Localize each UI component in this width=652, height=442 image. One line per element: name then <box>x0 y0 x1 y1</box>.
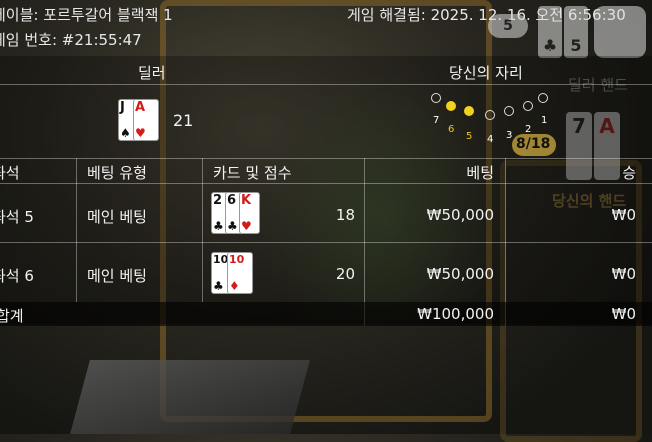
background-shoe-device <box>70 360 310 434</box>
card-rank: 10 <box>213 253 229 266</box>
row-bet-type: 메인 베팅 <box>87 208 147 226</box>
seat-dot <box>523 101 533 111</box>
card-suit-icon: ♥ <box>135 126 146 140</box>
seat-dot <box>504 106 514 116</box>
playing-card: A ♥ <box>134 100 158 140</box>
playing-card: 10 ♦ <box>228 253 252 293</box>
seat-dot <box>446 101 456 111</box>
col-header-seat: 좌석 <box>0 164 20 182</box>
card-rank: 2 <box>213 193 223 208</box>
column-divider <box>76 158 77 302</box>
row-seat: 좌석 5 <box>0 208 34 226</box>
row-bet-type: 메인 베팅 <box>87 267 147 285</box>
card-rank: K <box>241 193 252 208</box>
overlay-card-clubs: ♣ <box>538 6 562 58</box>
seat-number: 7 <box>433 115 440 126</box>
divider <box>0 84 652 85</box>
row-seat: 좌석 6 <box>0 267 34 285</box>
card-rank: 10 <box>229 253 245 266</box>
seat-number: 3 <box>506 130 513 141</box>
card-suit-icon: ♥ <box>241 219 252 233</box>
card-suit-icon: ♣ <box>227 219 238 233</box>
col-header-bet: 베팅 <box>466 164 494 182</box>
column-divider <box>202 158 203 302</box>
card-suit-icon: ♣ <box>213 219 224 233</box>
divider <box>0 183 652 184</box>
overlay-badge: 5 <box>488 14 528 38</box>
total-bet: ₩100,000 <box>417 305 494 323</box>
divider <box>0 158 652 159</box>
card-rank: A <box>135 100 146 115</box>
dealer-score: 21 <box>173 111 194 130</box>
row-bet: ₩50,000 <box>426 206 494 224</box>
dealer-title: 딜러 <box>138 64 166 82</box>
playing-card: K ♥ <box>240 193 259 233</box>
card-suit-icon: ♠ <box>120 126 131 140</box>
card-rank: J <box>120 100 125 115</box>
total-row <box>0 302 652 326</box>
card-suit-icon: ♦ <box>229 279 240 293</box>
divider <box>0 242 652 243</box>
row-score: 20 <box>335 265 355 283</box>
col-header-cards: 카드 및 점수 <box>213 164 292 182</box>
seat-number: 5 <box>466 131 473 142</box>
table-name: 테이블: 포르투갈어 블랙잭 1 <box>0 6 173 24</box>
card-rank: 6 <box>227 193 237 208</box>
seat-dot <box>464 106 474 116</box>
seat-dot <box>538 93 548 103</box>
seat-number: 6 <box>448 124 455 135</box>
overlay-card-five: 5 <box>564 6 588 58</box>
row-win: ₩0 <box>611 206 636 224</box>
seat-number: 4 <box>487 134 494 145</box>
overlay-chip <box>594 6 646 58</box>
seat-fraction: 8/18 <box>516 136 551 152</box>
seat-dot <box>485 110 495 120</box>
row-win: ₩0 <box>611 265 636 283</box>
seat-dot <box>431 93 441 103</box>
row-bet: ₩50,000 <box>426 265 494 283</box>
card-suit-icon: ♣ <box>213 279 224 293</box>
total-label: 합계 <box>0 307 24 325</box>
seat-number: 1 <box>541 115 548 126</box>
col-header-bet-type: 베팅 유형 <box>87 164 147 182</box>
col-header-win: 승 <box>622 164 636 182</box>
game-number: 게임 번호: #21:55:47 <box>0 31 142 49</box>
row-score: 18 <box>335 206 355 224</box>
total-win: ₩0 <box>611 305 636 323</box>
your-seat-title: 당신의 자리 <box>449 64 523 82</box>
